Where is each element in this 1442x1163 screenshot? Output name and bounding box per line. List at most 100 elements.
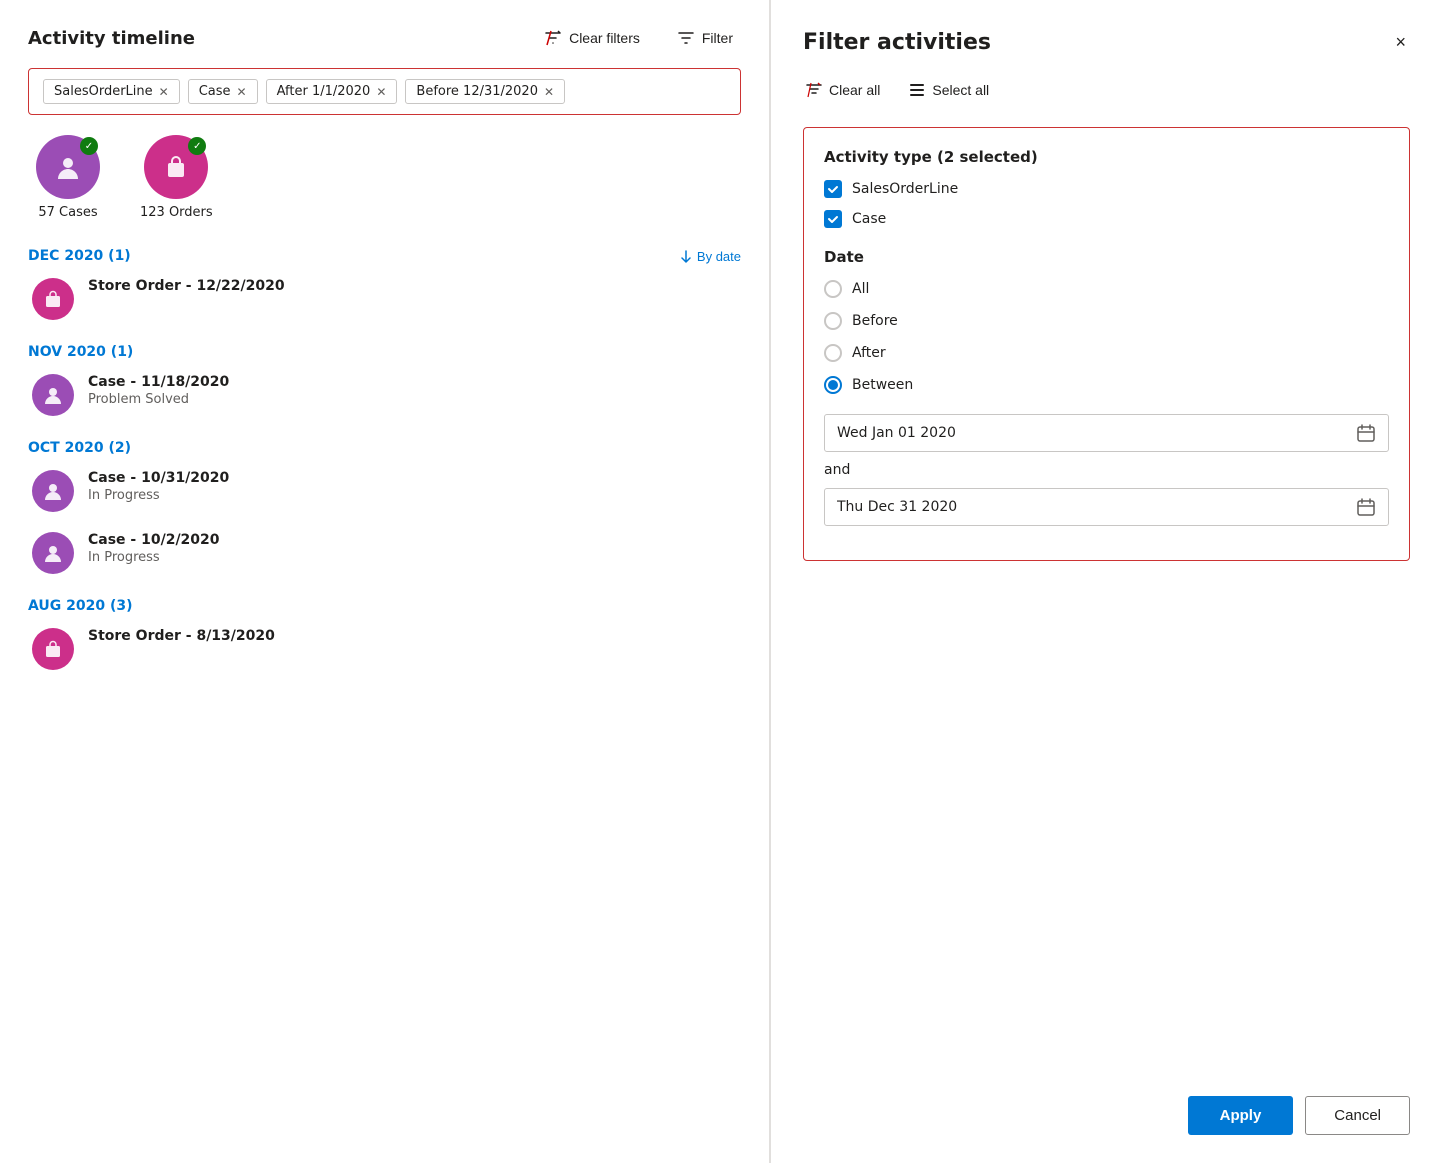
date-from-input[interactable] [837,425,1356,441]
check-badge-cases: ✓ [80,137,98,155]
sort-by-date-button[interactable]: By date [679,249,741,264]
tag-before: Before 12/31/2020 ✕ [405,79,565,104]
sort-icon [679,249,693,263]
item-content: Store Order - 8/13/2020 [88,628,275,644]
item-title: Store Order - 8/13/2020 [88,628,275,644]
date-to-input[interactable] [837,499,1356,515]
right-panel: Filter activities × Clear all Select all… [770,0,1442,1163]
cb-box-salesorderline [824,180,842,198]
activity-type-title: Activity type (2 selected) [824,148,1389,166]
order-icon [32,628,74,670]
item-content: Case - 10/31/2020 In Progress [88,470,229,503]
check-badge-orders: ✓ [188,137,206,155]
case-icon [32,470,74,512]
calendar-to-icon[interactable] [1356,497,1376,517]
select-all-icon [908,81,926,99]
select-all-button[interactable]: Select all [906,77,991,103]
panel-toolbar: Clear all Select all [803,77,1410,103]
stat-cases: ✓ 57 Cases [36,135,100,220]
item-title: Store Order - 12/22/2020 [88,278,285,294]
tag-case: Case ✕ [188,79,258,104]
person-icon [54,153,82,181]
item-title: Case - 11/18/2020 [88,374,229,390]
tag-after: After 1/1/2020 ✕ [266,79,398,104]
item-subtitle: In Progress [88,550,220,565]
tag-salesorderline-close[interactable]: ✕ [159,85,169,99]
radio-label-after: After [852,345,886,361]
cb-box-case [824,210,842,228]
cancel-button[interactable]: Cancel [1305,1096,1410,1135]
clear-all-icon [805,81,823,99]
filter-icon [676,28,696,48]
panel-title: Filter activities [803,30,991,55]
radio-before[interactable]: Before [824,312,1389,330]
radio-between[interactable]: Between [824,376,1389,394]
item-subtitle: In Progress [88,488,229,503]
tag-salesorderline: SalesOrderLine ✕ [43,79,180,104]
month-block-dec2020: DEC 2020 (1) By date Store Order - 12/ [28,248,741,320]
month-label-dec2020[interactable]: DEC 2020 (1) [28,248,131,264]
radio-circle-between [824,376,842,394]
cb-label-case: Case [852,211,886,227]
item-content: Store Order - 12/22/2020 [88,278,285,294]
radio-circle-after [824,344,842,362]
month-label-aug2020[interactable]: AUG 2020 (3) [28,598,133,614]
calendar-from-icon[interactable] [1356,423,1376,443]
radio-all[interactable]: All [824,280,1389,298]
clear-filters-button[interactable]: Clear filters [535,24,648,52]
checkmark-icon [827,183,839,195]
case-icon [32,532,74,574]
person-icon-sm [42,542,64,564]
orders-label: 123 Orders [140,205,213,220]
timeline-item: Case - 11/18/2020 Problem Solved [28,374,741,416]
tag-before-close[interactable]: ✕ [544,85,554,99]
radio-after[interactable]: After [824,344,1389,362]
checkmark-icon [827,213,839,225]
order-icon [32,278,74,320]
month-header-nov2020: NOV 2020 (1) [28,344,741,360]
left-panel: Activity timeline Clear filters Filter S… [0,0,770,1163]
orders-icon-wrap: ✓ [144,135,208,199]
radio-group-date: All Before After Between [824,280,1389,394]
filter-button[interactable]: Filter [668,24,741,52]
filter-clear-icon [543,28,563,48]
radio-circle-before [824,312,842,330]
date-section-title: Date [824,248,1389,266]
radio-label-before: Before [852,313,898,329]
apply-button[interactable]: Apply [1188,1096,1294,1135]
filter-tags-container: SalesOrderLine ✕ Case ✕ After 1/1/2020 ✕… [28,68,741,115]
cases-label: 57 Cases [38,205,97,220]
bag-icon-sm [42,288,64,310]
radio-inner-between [828,380,838,390]
filter-section: Activity type (2 selected) SalesOrderLin… [803,127,1410,561]
timeline-section: DEC 2020 (1) By date Store Order - 12/ [28,248,741,1139]
timeline-item: Store Order - 8/13/2020 [28,628,741,670]
date-to-wrap [824,488,1389,526]
checkbox-salesorderline[interactable]: SalesOrderLine [824,180,1389,198]
tag-case-close[interactable]: ✕ [237,85,247,99]
tag-after-close[interactable]: ✕ [376,85,386,99]
timeline-item: Case - 10/31/2020 In Progress [28,470,741,512]
panel-footer: Apply Cancel [1188,1096,1410,1135]
activity-title: Activity timeline [28,28,195,49]
and-label: and [824,462,1389,478]
cases-icon-wrap: ✓ [36,135,100,199]
item-title: Case - 10/31/2020 [88,470,229,486]
clear-all-button[interactable]: Clear all [803,77,882,103]
sort-label: By date [697,249,741,264]
clear-filters-label: Clear filters [569,30,640,46]
item-title: Case - 10/2/2020 [88,532,220,548]
item-content: Case - 10/2/2020 In Progress [88,532,220,565]
select-all-label: Select all [932,82,989,98]
month-label-oct2020[interactable]: OCT 2020 (2) [28,440,131,456]
close-button[interactable]: × [1391,28,1410,57]
month-header-dec2020: DEC 2020 (1) By date [28,248,741,264]
bag-icon [162,153,190,181]
month-block-oct2020: OCT 2020 (2) Case - 10/31/2020 In Progre… [28,440,741,574]
checkbox-case[interactable]: Case [824,210,1389,228]
month-header-oct2020: OCT 2020 (2) [28,440,741,456]
header-actions: Clear filters Filter [535,24,741,52]
radio-circle-all [824,280,842,298]
month-label-nov2020[interactable]: NOV 2020 (1) [28,344,133,360]
person-icon-sm [42,384,64,406]
